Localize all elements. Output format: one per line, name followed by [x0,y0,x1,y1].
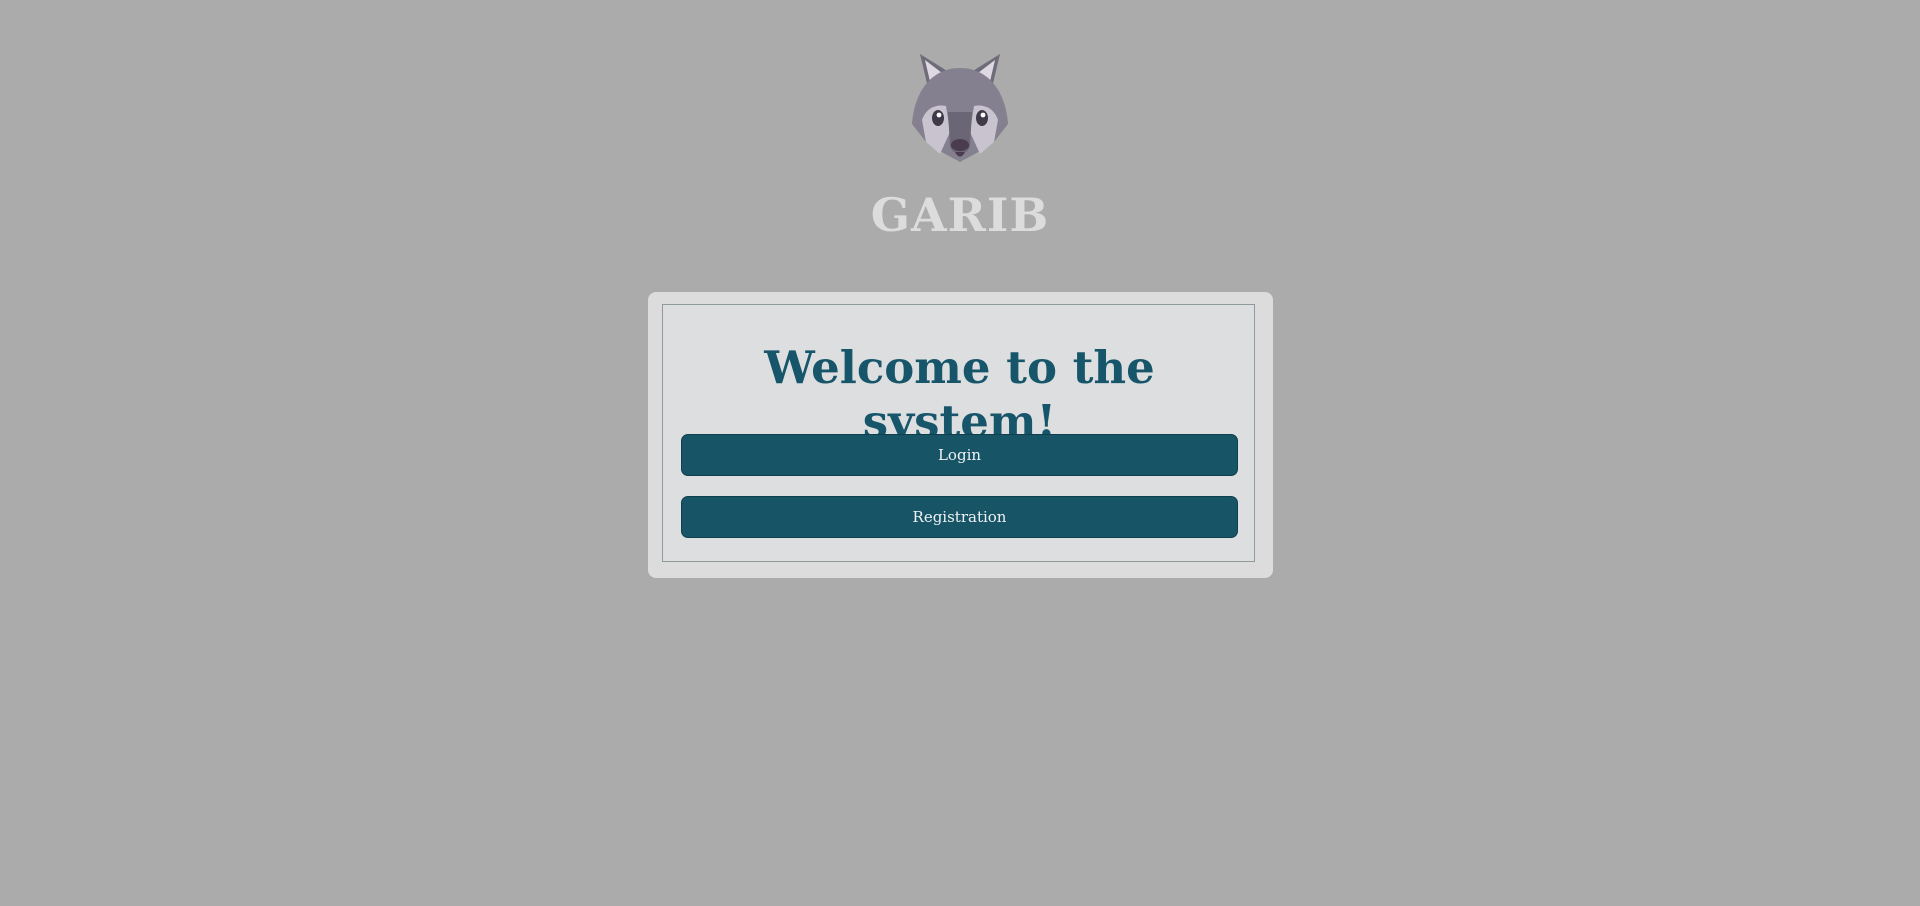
welcome-card-frame: Welcome to the system! Login Registratio… [662,304,1255,562]
brand-name: GARIB [870,188,1050,242]
registration-button[interactable]: Registration [681,496,1238,538]
page: GARIB Welcome to the system! Login Regis… [0,0,1920,906]
welcome-title: Welcome to the system! [764,341,1155,448]
login-button[interactable]: Login [681,434,1238,476]
wolf-head-icon [900,46,1020,166]
welcome-card: Welcome to the system! Login Registratio… [648,292,1273,578]
